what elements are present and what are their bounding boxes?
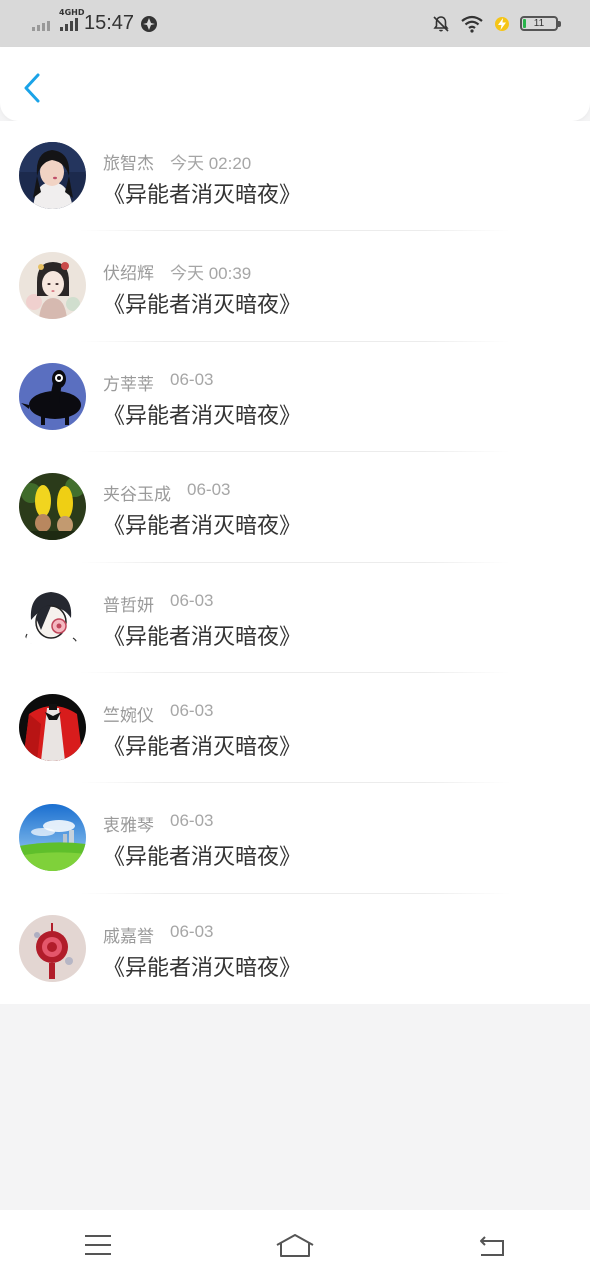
app-header [0, 47, 590, 121]
item-title: 《异能者消灭暗夜》 [103, 624, 302, 650]
item-title: 《异能者消灭暗夜》 [103, 955, 302, 981]
user-name: 方莘莘 [103, 374, 154, 394]
timestamp: 06-03 [170, 921, 214, 941]
item-meta: 夹谷玉成 06-03 [103, 480, 230, 505]
chevron-left-icon [24, 73, 40, 103]
status-left: 4GHD 15:47 [32, 8, 158, 35]
system-nav-bar [0, 1210, 590, 1280]
back-nav-button[interactable] [462, 1220, 522, 1270]
list-item[interactable]: 伏绍辉 今天 00:39 《异能者消灭暗夜》 [0, 231, 590, 342]
list-item[interactable]: 衷雅琴 06-03 《异能者消灭暗夜》 [0, 783, 590, 894]
timestamp: 06-03 [170, 700, 214, 720]
item-meta: 戚嘉誉 06-03 [103, 922, 213, 947]
item-title: 《异能者消灭暗夜》 [103, 845, 302, 871]
user-name: 夹谷玉成 [103, 485, 171, 505]
list-item[interactable]: 旅智杰 今天 02:20 《异能者消灭暗夜》 [0, 121, 590, 232]
signal-icon-sim2: 4GHD [59, 8, 84, 31]
charging-icon [494, 16, 510, 32]
item-meta: 竺婉仪 06-03 [103, 701, 213, 726]
item-title: 《异能者消灭暗夜》 [103, 403, 302, 429]
avatar [19, 804, 86, 872]
back-button[interactable] [16, 69, 48, 107]
avatar [19, 142, 86, 209]
list-item[interactable]: 戚嘉誉 06-03 《异能者消灭暗夜》 [0, 894, 590, 1004]
timestamp: 06-03 [170, 369, 214, 389]
avatar [19, 252, 86, 320]
timestamp: 06-03 [187, 480, 231, 500]
item-meta: 伏绍辉 今天 00:39 [103, 259, 251, 284]
status-right: 11 [432, 15, 561, 33]
user-name: 旅智杰 [103, 154, 154, 173]
menu-icon [85, 1235, 112, 1255]
avatar [19, 583, 86, 651]
item-meta: 衷雅琴 06-03 [103, 811, 213, 836]
list-item[interactable]: 竺婉仪 06-03 《异能者消灭暗夜》 [0, 673, 590, 784]
user-name: 戚嘉誉 [103, 926, 154, 946]
menu-button[interactable] [68, 1220, 128, 1270]
item-title: 《异能者消灭暗夜》 [103, 514, 302, 540]
battery-level: 11 [533, 18, 545, 29]
battery-icon: 11 [520, 16, 561, 31]
home-button[interactable] [265, 1220, 325, 1270]
item-meta: 旅智杰 今天 02:20 [103, 149, 251, 174]
list-item[interactable]: 普哲妍 06-03 《异能者消灭暗夜》 [0, 563, 590, 673]
signal-icon-sim1 [32, 17, 50, 31]
status-time: 15:47 [84, 12, 135, 34]
back-icon [479, 1236, 504, 1256]
user-name: 竺婉仪 [103, 705, 154, 725]
home-icon [276, 1234, 314, 1257]
wifi-icon [460, 15, 484, 33]
sync-icon [140, 15, 158, 33]
record-list: 旅智杰 今天 02:20 《异能者消灭暗夜》 伏绍辉 今天 00:39 《异能者… [0, 121, 590, 1005]
timestamp: 今天 00:39 [170, 264, 252, 284]
user-name: 伏绍辉 [103, 264, 154, 284]
network-type-label: 4GHD [59, 7, 85, 17]
mute-bell-icon [432, 15, 450, 33]
item-title: 《异能者消灭暗夜》 [103, 293, 302, 319]
item-title: 《异能者消灭暗夜》 [103, 734, 302, 760]
timestamp: 今天 02:20 [170, 154, 252, 173]
user-name: 普哲妍 [103, 595, 154, 615]
avatar [19, 693, 86, 761]
item-meta: 方莘莘 06-03 [103, 370, 213, 395]
status-bar: 4GHD 15:47 11 [0, 0, 590, 47]
avatar [19, 362, 86, 430]
user-name: 衷雅琴 [103, 816, 154, 836]
item-title: 《异能者消灭暗夜》 [103, 183, 302, 208]
avatar [19, 473, 86, 541]
avatar [19, 914, 86, 982]
item-meta: 普哲妍 06-03 [103, 591, 213, 616]
timestamp: 06-03 [170, 811, 214, 831]
list-item[interactable]: 夹谷玉成 06-03 《异能者消灭暗夜》 [0, 452, 590, 563]
list-item[interactable]: 方莘莘 06-03 《异能者消灭暗夜》 [0, 342, 590, 453]
timestamp: 06-03 [170, 590, 214, 610]
